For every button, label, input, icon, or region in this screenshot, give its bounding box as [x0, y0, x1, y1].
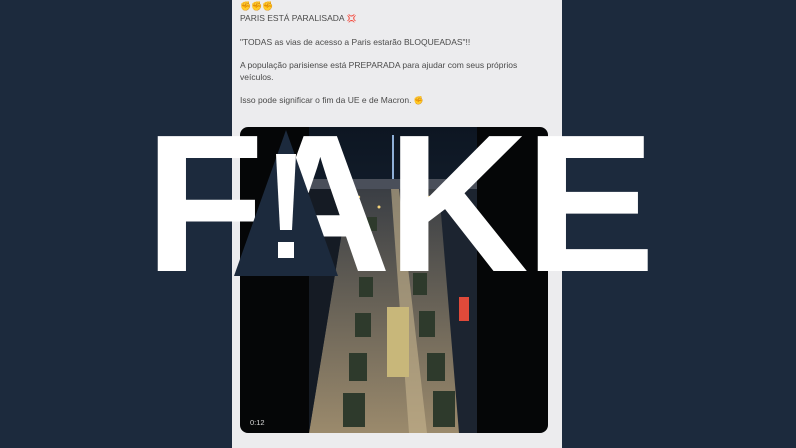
post-text: ✊✊✊ PARIS ESTÁ PARALISADA 💢 "TODAS as vi… [240, 0, 554, 107]
alert-emoji-icon: 💢 [346, 14, 357, 23]
post-line-paris: PARIS ESTÁ PARALISADA 💢 [240, 12, 554, 25]
fake-stamp: FAKE [144, 94, 656, 313]
post-headline: PARIS ESTÁ PARALISADA [240, 13, 345, 23]
post-line-populacao-1: A população parisiense está PREPARADA pa… [240, 60, 518, 70]
video-timestamp: 0:12 [250, 418, 265, 427]
emoji-row: ✊✊✊ [240, 1, 274, 11]
warning-icon [234, 130, 338, 276]
post-line-populacao-2: veículos. [240, 72, 274, 82]
post-line-vias: "TODAS as vias de acesso a Paris estarão… [240, 37, 471, 47]
